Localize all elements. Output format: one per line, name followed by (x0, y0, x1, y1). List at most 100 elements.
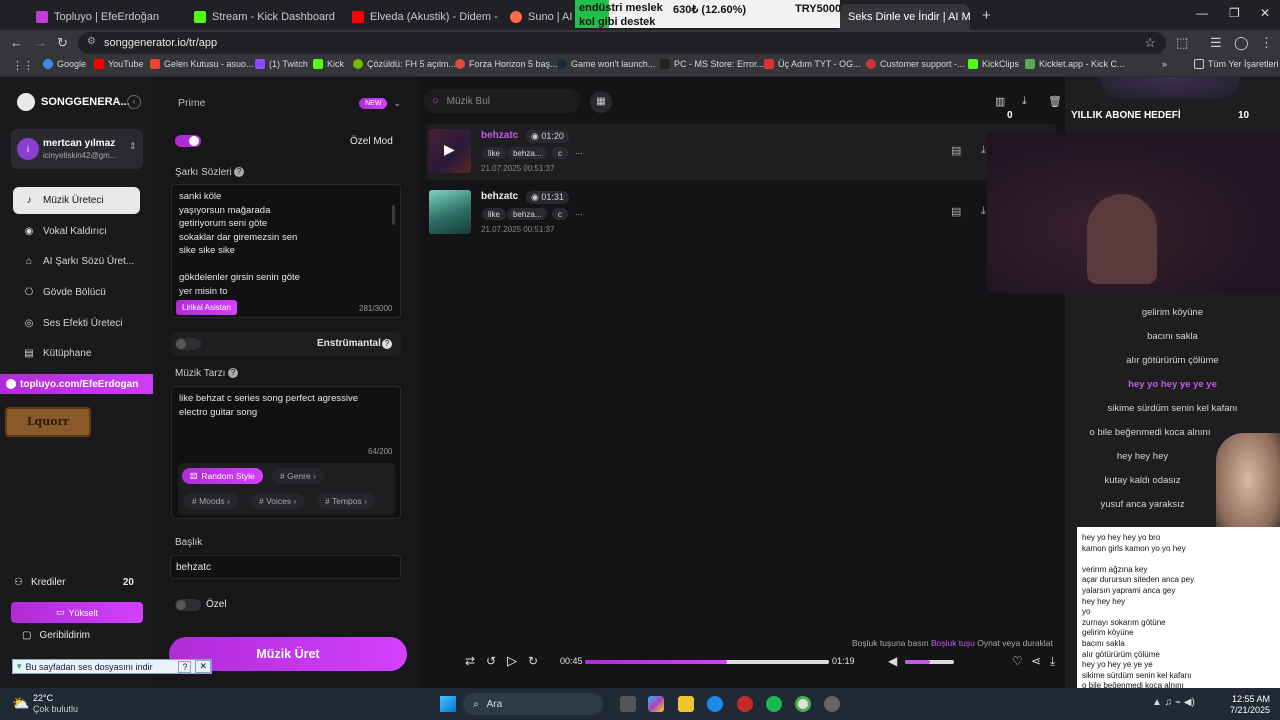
chip-moods[interactable]: # Moods › (184, 493, 238, 509)
upgrade-button[interactable]: ▭ Yükselt (11, 602, 143, 623)
all-bookmarks[interactable]: Tüm Yer İşaretleri (1194, 59, 1279, 69)
site-info-icon[interactable]: ⚙ (87, 36, 96, 47)
sidebar-item-vokal-kaldirici[interactable]: ◉ Vokal Kaldırıcı (13, 218, 140, 245)
edge-icon[interactable] (707, 696, 723, 712)
menu-icon[interactable]: ⋮ (1260, 35, 1273, 51)
lyrics-assistant-button[interactable]: Lirikal Asistan (176, 300, 237, 315)
bookmark-youtube[interactable]: YouTube (94, 59, 143, 69)
private-toggle[interactable] (175, 599, 201, 611)
forward-icon[interactable]: → (34, 35, 47, 50)
collapse-sidebar-icon[interactable]: ‹ (127, 95, 141, 109)
download-icon[interactable]: ⤓ (1050, 654, 1055, 669)
forward-icon[interactable]: ↻ (528, 654, 538, 668)
play-icon[interactable]: ▶ (444, 141, 455, 158)
sidebar-item-ai-sarki-sozu[interactable]: ⌂ AI Şarkı Sözü Üret... (13, 248, 140, 275)
obs-icon[interactable] (824, 696, 840, 712)
bookmark-twitch[interactable]: (1) Twitch (255, 59, 308, 69)
song-row[interactable]: ▶ behzatc ◉ 01:20 like behza... c ··· 21… (426, 124, 1056, 180)
song-thumbnail[interactable] (429, 190, 471, 234)
feedback-link[interactable]: ▢ Geribildirim (22, 630, 90, 641)
chip-voices[interactable]: # Voices › (251, 493, 305, 509)
windows-start-icon[interactable] (440, 696, 456, 712)
download-icon[interactable]: ⤓ (1022, 95, 1027, 108)
lyrics-textarea[interactable]: sanki köle yaşıyorsun mağarada getiriyor… (171, 184, 401, 318)
extensions-icon[interactable]: ⬚ (1176, 35, 1188, 51)
reload-icon[interactable]: ↻ (57, 35, 68, 51)
tab-songgenerator[interactable]: Seks Dinle ve İndir | AI Müzik ✕ (838, 4, 970, 30)
lyrics-doc-icon[interactable]: ▤ (951, 205, 961, 218)
weather-icon[interactable]: ⛅ (12, 695, 29, 712)
chip-tempos[interactable]: # Tempos › (317, 493, 375, 509)
sidebar-item-kutuphane[interactable]: ▤ Kütüphane (13, 340, 140, 367)
random-style-button[interactable]: ⚄ Random Style (182, 468, 263, 484)
title-input[interactable]: behzatc (170, 555, 401, 579)
repeat-icon[interactable]: ⇄ (465, 654, 475, 668)
sidebar-item-muzik-ureteci[interactable]: ♪ Müzik Üreteci (13, 187, 140, 214)
volume-slider[interactable] (905, 660, 954, 664)
tag[interactable]: like (482, 147, 507, 159)
sidebar-item-ses-efekti[interactable]: ◎ Ses Efekti Üreteci (13, 310, 140, 337)
copilot-icon[interactable] (648, 696, 664, 712)
task-view-icon[interactable] (620, 696, 636, 712)
lyrics-doc-icon[interactable]: ▤ (951, 144, 961, 157)
maximize-icon[interactable]: ❐ (1229, 6, 1240, 20)
more-tags-icon[interactable]: ··· (569, 208, 589, 220)
bookmark-gmail[interactable]: Gelen Kutusu - asuo... (150, 59, 254, 69)
minimize-icon[interactable]: — (1196, 6, 1208, 20)
bookmark-kicklet[interactable]: Kicklet.app - Kick C... (1025, 59, 1125, 69)
tab-kick-dashboard[interactable]: Stream - Kick Dashboard ✕ (184, 4, 340, 30)
tray-icons[interactable]: ▲ ♫ ⌁ ◀) (1152, 697, 1195, 708)
more-tags-icon[interactable]: ··· (569, 147, 589, 159)
model-select[interactable]: Prime NEW ⌄ (169, 88, 401, 118)
profile-icon[interactable]: ◯ (1234, 35, 1249, 51)
bookmark-kickclips[interactable]: KickClips (968, 59, 1019, 69)
chip-genre[interactable]: # Genre › (272, 468, 324, 484)
tag[interactable]: c (552, 208, 568, 220)
url-bar[interactable]: ⚙ songgenerator.io/tr/app ☆ (78, 32, 1166, 54)
new-tab-icon[interactable]: + (982, 7, 991, 24)
search-input[interactable]: ○ Müzik Bul (424, 89, 580, 113)
instrumental-toggle[interactable] (175, 338, 201, 350)
download-extension-bar[interactable]: ▾ Bu sayfadan ses dosyasını indir ? ✕ (12, 659, 212, 674)
help-icon[interactable]: ? (228, 368, 238, 378)
rewind-icon[interactable]: ↺ (486, 654, 496, 668)
play-icon[interactable]: ▷ (507, 653, 517, 669)
brand-logo[interactable]: SONGGENERA... (17, 93, 130, 111)
library-stack-icon[interactable]: ▥ (995, 95, 1005, 108)
close-icon[interactable]: ✕ (195, 660, 211, 673)
tab-suno[interactable]: Suno | AI Musi (500, 4, 580, 30)
user-card[interactable]: i mertcan yılmaz icinyetiskin42@gm... ⇕ (11, 129, 143, 169)
tag[interactable]: c (552, 147, 568, 159)
opera-icon[interactable] (737, 696, 753, 712)
apps-icon[interactable]: ⋮⋮ (12, 59, 34, 72)
chrome-icon[interactable] (795, 696, 811, 712)
tab-youtube[interactable]: Elveda (Akustik) - Didem - YouT (342, 4, 498, 30)
bookmark-fh5[interactable]: Çözüldü: FH 5 açılm... (353, 59, 456, 69)
back-icon[interactable]: ← (10, 35, 23, 50)
share-icon[interactable]: ⋖ (1031, 654, 1041, 668)
bookmark-google[interactable]: Google (43, 59, 86, 69)
download-icon[interactable]: ⤓ (981, 144, 986, 157)
tag[interactable]: like (482, 208, 507, 220)
progress-bar[interactable] (585, 660, 829, 664)
spotify-icon[interactable] (766, 696, 782, 712)
scrollbar[interactable] (392, 205, 395, 225)
filter-icon[interactable]: ▦ (590, 91, 612, 113)
bookmark-ms-store[interactable]: PC - MS Store: Error... (660, 59, 764, 69)
help-icon[interactable]: ? (234, 167, 244, 177)
bookmark-support[interactable]: Customer support -... (866, 59, 965, 69)
tag[interactable]: behza... (507, 147, 548, 159)
close-window-icon[interactable]: ✕ (1260, 6, 1270, 20)
song-thumbnail[interactable]: ▶ (429, 129, 471, 173)
sidebar-item-govde-bolucu[interactable]: ⎔ Gövde Bölücü (13, 279, 140, 306)
bookmark-tyt[interactable]: Üç Adım TYT - OG... (764, 59, 861, 69)
trash-icon[interactable]: 🗑 (1048, 95, 1062, 108)
style-textarea[interactable]: like behzat c series song perfect agress… (171, 386, 401, 519)
tag[interactable]: behza... (507, 208, 548, 220)
tab-topluyo[interactable]: Topluyo | EfeErdoğan ◉ ✕ (26, 4, 182, 30)
bookmark-kick[interactable]: Kick (313, 59, 344, 69)
song-row[interactable]: behzatc ◉ 01:31 like behza... c ··· 21.0… (426, 185, 1056, 241)
custom-mode-toggle[interactable] (175, 135, 201, 147)
bookmark-forza[interactable]: Forza Horizon 5 baş... (455, 59, 558, 69)
taskbar-search[interactable]: ⌕ Ara (463, 693, 603, 715)
